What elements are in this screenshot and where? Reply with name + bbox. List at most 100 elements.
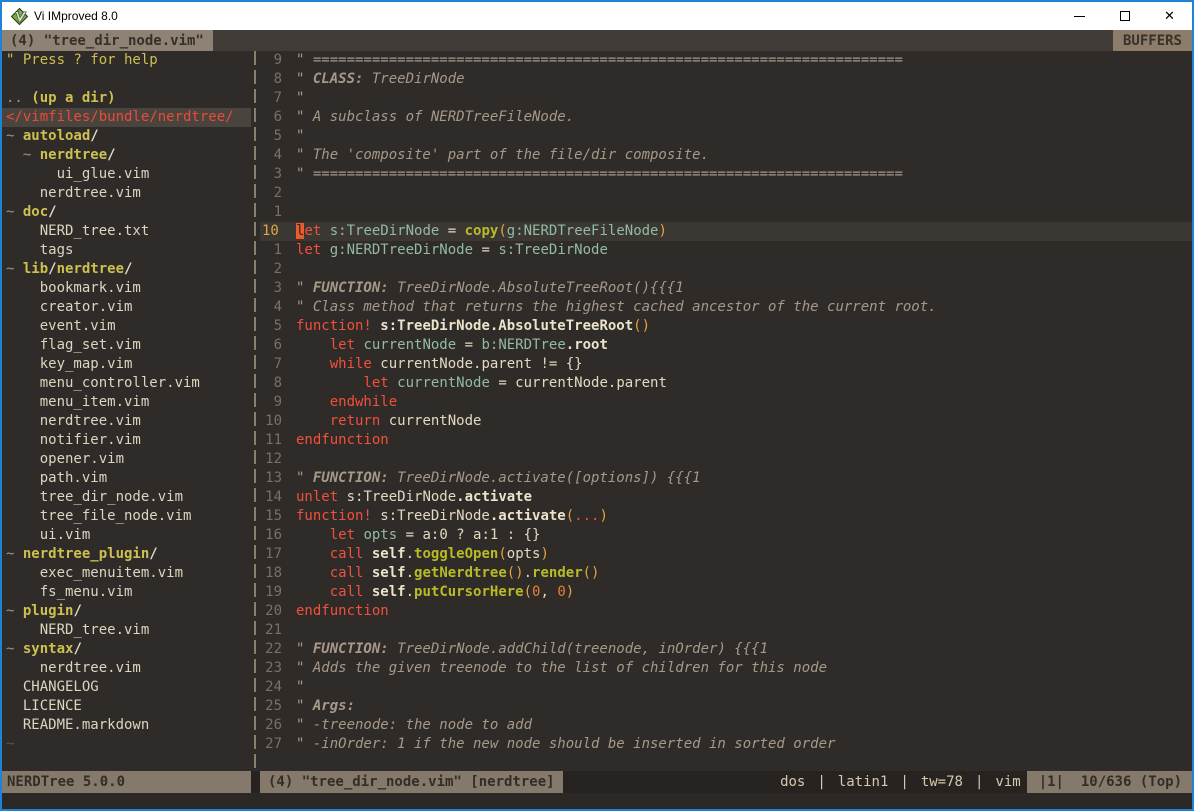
- tree-row[interactable]: LICENCE: [2, 697, 251, 716]
- tree-row[interactable]: flag_set.vim: [2, 336, 251, 355]
- code-line[interactable]: 4" Class method that returns the highest…: [260, 298, 1192, 317]
- code-text: ": [296, 678, 304, 697]
- code-line[interactable]: 1: [260, 203, 1192, 222]
- tree-row[interactable]: [2, 70, 251, 89]
- tree-row[interactable]: ~ nerdtree_plugin/: [2, 545, 251, 564]
- close-button[interactable]: ✕: [1147, 2, 1192, 30]
- token-var: s:TreeDirNode: [330, 223, 440, 239]
- code-line[interactable]: 26" -treenode: the node to add: [260, 716, 1192, 735]
- tree-row[interactable]: nerdtree.vim: [2, 659, 251, 678]
- code-line[interactable]: 2: [260, 184, 1192, 203]
- code-line[interactable]: 15function! s:TreeDirNode.activate(...): [260, 507, 1192, 526]
- tree-row[interactable]: ~ plugin/: [2, 602, 251, 621]
- tree-row[interactable]: </vimfiles/bundle/nerdtree/: [2, 108, 251, 127]
- tree-row[interactable]: ~ lib/nerdtree/: [2, 260, 251, 279]
- tree-row[interactable]: tags: [2, 241, 251, 260]
- minimize-button[interactable]: [1057, 2, 1102, 30]
- tree-row[interactable]: fs_menu.vim: [2, 583, 251, 602]
- code-line[interactable]: 25" Args:: [260, 697, 1192, 716]
- editor-panel[interactable]: 9" =====================================…: [260, 51, 1192, 771]
- token-st: let: [330, 527, 355, 543]
- code-line[interactable]: 19 call self.putCursorHere(0, 0): [260, 583, 1192, 602]
- tree-row[interactable]: menu_controller.vim: [2, 374, 251, 393]
- code-line[interactable]: 7": [260, 89, 1192, 108]
- window-separator[interactable]: [251, 51, 260, 771]
- tree-row[interactable]: ui.vim: [2, 526, 251, 545]
- active-tab[interactable]: (4) "tree_dir_node.vim": [2, 30, 213, 51]
- tree-row[interactable]: exec_menuitem.vim: [2, 564, 251, 583]
- code-line[interactable]: 17 call self.toggleOpen(opts): [260, 545, 1192, 564]
- tree-row[interactable]: ~ autoload/: [2, 127, 251, 146]
- tree-row[interactable]: notifier.vim: [2, 431, 251, 450]
- token-com: TreeDirNode.AbsoluteTreeRoot(){{{1: [389, 280, 684, 296]
- tree-row[interactable]: NERD_tree.vim: [2, 621, 251, 640]
- code-line-current[interactable]: 10let s:TreeDirNode = copy(g:NERDTreeFil…: [260, 222, 1192, 241]
- code-line[interactable]: 2: [260, 260, 1192, 279]
- token-file: NERD_tree.txt: [6, 223, 149, 239]
- code-line[interactable]: 5function! s:TreeDirNode.AbsoluteTreeRoo…: [260, 317, 1192, 336]
- code-line[interactable]: 6" A subclass of NERDTreeFileNode.: [260, 108, 1192, 127]
- code-line[interactable]: 18 call self.getNerdtree().render(): [260, 564, 1192, 583]
- code-line[interactable]: 4" The 'composite' part of the file/dir …: [260, 146, 1192, 165]
- code-line[interactable]: 20endfunction: [260, 602, 1192, 621]
- token-file: nerdtree.vim: [6, 185, 141, 201]
- code-line[interactable]: 12: [260, 450, 1192, 469]
- tree-row[interactable]: menu_item.vim: [2, 393, 251, 412]
- code-line[interactable]: 8 let currentNode = currentNode.parent: [260, 374, 1192, 393]
- tree-row[interactable]: nerdtree.vim: [2, 412, 251, 431]
- tree-row[interactable]: README.markdown: [2, 716, 251, 735]
- code-line[interactable]: 8" CLASS: TreeDirNode: [260, 70, 1192, 89]
- tree-row[interactable]: ~ doc/: [2, 203, 251, 222]
- tree-row[interactable]: creator.vim: [2, 298, 251, 317]
- code-line[interactable]: 23" Adds the given treenode to the list …: [260, 659, 1192, 678]
- token-dim: ..: [6, 90, 31, 106]
- code-line[interactable]: 22" FUNCTION: TreeDirNode.addChild(treen…: [260, 640, 1192, 659]
- token-st: let: [363, 375, 388, 391]
- code-line[interactable]: 10 return currentNode: [260, 412, 1192, 431]
- tree-row[interactable]: ~ syntax/: [2, 640, 251, 659]
- status-item: latin1: [832, 774, 895, 790]
- code-line[interactable]: 24": [260, 678, 1192, 697]
- tree-row[interactable]: tree_file_node.vim: [2, 507, 251, 526]
- tree-row[interactable]: ~ nerdtree/: [2, 146, 251, 165]
- code-line[interactable]: 3" =====================================…: [260, 165, 1192, 184]
- code-line[interactable]: 21: [260, 621, 1192, 640]
- code-line[interactable]: 11endfunction: [260, 431, 1192, 450]
- tree-row[interactable]: bookmark.vim: [2, 279, 251, 298]
- code-line[interactable]: 7 while currentNode.parent != {}: [260, 355, 1192, 374]
- token-com: ": [296, 128, 304, 144]
- token-st: endwhile: [330, 394, 397, 410]
- tree-row[interactable]: opener.vim: [2, 450, 251, 469]
- code-line[interactable]: 3" FUNCTION: TreeDirNode.AbsoluteTreeRoo…: [260, 279, 1192, 298]
- code-line[interactable]: 16 let opts = a:0 ? a:1 : {}: [260, 526, 1192, 545]
- token-par: (): [633, 318, 650, 334]
- code-line[interactable]: 27" -inOrder: 1 if the new node should b…: [260, 735, 1192, 754]
- tree-row[interactable]: NERD_tree.txt: [2, 222, 251, 241]
- code-text: " -treenode: the node to add: [296, 716, 532, 735]
- token-dir: nerdtree: [40, 147, 107, 163]
- tree-row[interactable]: event.vim: [2, 317, 251, 336]
- tree-row[interactable]: ~: [2, 735, 251, 754]
- code-line[interactable]: 9" =====================================…: [260, 51, 1192, 70]
- command-line[interactable]: [2, 793, 1192, 810]
- code-line[interactable]: 14unlet s:TreeDirNode.activate: [260, 488, 1192, 507]
- code-line[interactable]: 13" FUNCTION: TreeDirNode.activate([opti…: [260, 469, 1192, 488]
- code-text: " Adds the given treenode to the list of…: [296, 659, 827, 678]
- code-line[interactable]: 1let g:NERDTreeDirNode = s:TreeDirNode: [260, 241, 1192, 260]
- tree-row[interactable]: tree_dir_node.vim: [2, 488, 251, 507]
- token-st: endfunction: [296, 603, 389, 619]
- tabline: (4) "tree_dir_node.vim" BUFFERS: [2, 30, 1192, 51]
- tree-row[interactable]: .. (up a dir): [2, 89, 251, 108]
- tree-row[interactable]: nerdtree.vim: [2, 184, 251, 203]
- tree-row[interactable]: ui_glue.vim: [2, 165, 251, 184]
- tree-row[interactable]: CHANGELOG: [2, 678, 251, 697]
- tree-row[interactable]: path.vim: [2, 469, 251, 488]
- maximize-button[interactable]: [1102, 2, 1147, 30]
- line-number: 4: [260, 146, 296, 165]
- tree-row[interactable]: " Press ? for help: [2, 51, 251, 70]
- code-line[interactable]: 5": [260, 127, 1192, 146]
- code-line[interactable]: 6 let currentNode = b:NERDTree.root: [260, 336, 1192, 355]
- tree-row[interactable]: key_map.vim: [2, 355, 251, 374]
- code-line[interactable]: 9 endwhile: [260, 393, 1192, 412]
- token-n: .: [406, 565, 414, 581]
